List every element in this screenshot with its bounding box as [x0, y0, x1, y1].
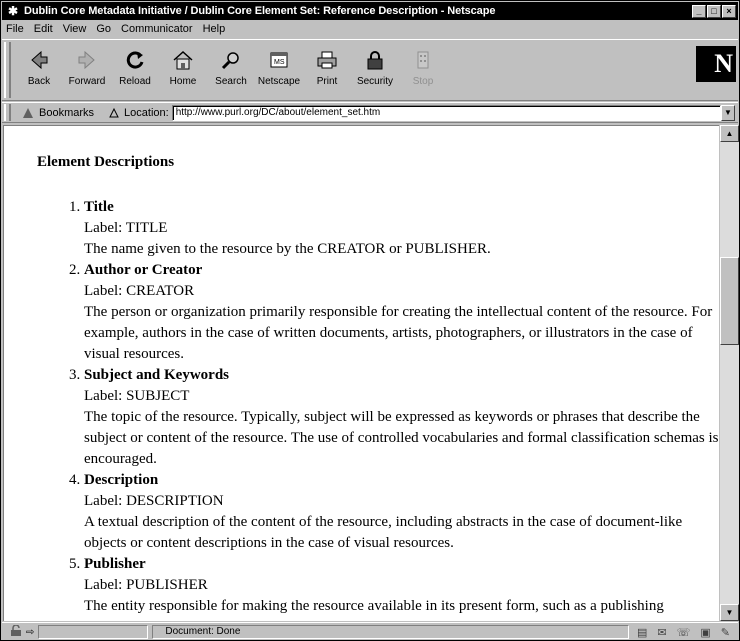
element-description: The topic of the resource. Typically, su…: [84, 409, 719, 467]
discussion-icon[interactable]: ☏: [677, 626, 691, 639]
element-description: A textual description of the content of …: [84, 514, 683, 551]
print-icon: [314, 48, 340, 72]
scroll-down-button[interactable]: ▼: [720, 604, 739, 621]
menu-edit[interactable]: Edit: [34, 23, 53, 35]
search-icon: [218, 48, 244, 72]
back-label: Back: [27, 76, 51, 87]
security-status-icon[interactable]: [6, 623, 26, 640]
element-label: Label: TITLE: [84, 220, 168, 236]
list-item: Subject and Keywords Label: SUBJECT The …: [84, 365, 719, 470]
element-description: The entity responsible for making the re…: [84, 598, 664, 614]
close-button[interactable]: ×: [722, 4, 736, 18]
title-bar[interactable]: ✱ Dublin Core Metadata Initiative / Dubl…: [2, 2, 738, 20]
netscape-label: Netscape: [257, 76, 301, 87]
list-item: Author or Creator Label: CREATOR The per…: [84, 260, 719, 365]
list-item: Description Label: DESCRIPTION A textual…: [84, 470, 719, 554]
progress-bar: [38, 625, 149, 639]
minimize-button[interactable]: _: [692, 4, 706, 18]
search-label: Search: [215, 76, 247, 87]
search-button[interactable]: Search: [207, 44, 255, 96]
status-text: Document: Done: [152, 625, 629, 639]
netscape-logo[interactable]: N: [696, 46, 736, 82]
element-description: The person or organization primarily res…: [84, 304, 713, 362]
location-toolbar: Bookmarks Location: http://www.purl.org/…: [2, 102, 738, 123]
maximize-button[interactable]: □: [707, 4, 721, 18]
list-item: Publisher Label: PUBLISHER The entity re…: [84, 554, 719, 617]
bookmarks-label: Bookmarks: [39, 106, 95, 119]
home-label: Home: [169, 76, 197, 87]
svg-text:MS: MS: [274, 59, 285, 66]
element-label: Label: PUBLISHER: [84, 577, 208, 593]
scroll-thumb[interactable]: [720, 257, 739, 345]
page-proxy-icon[interactable]: [108, 107, 120, 119]
bookmarks-button[interactable]: Bookmarks: [21, 106, 94, 120]
back-arrow-icon: [26, 48, 52, 72]
list-item: Title Label: TITLE The name given to the…: [84, 197, 719, 260]
mail-icon[interactable]: ✉: [657, 626, 666, 639]
menu-help[interactable]: Help: [203, 23, 226, 35]
location-label-group: Location:: [108, 107, 169, 119]
navigation-toolbar: Back Forward Reload Home Search MS Netsc…: [2, 39, 738, 101]
element-label: Label: CREATOR: [84, 283, 195, 299]
location-label: Location:: [124, 106, 169, 119]
element-term: Publisher: [84, 556, 146, 572]
security-label: Security: [356, 76, 394, 87]
element-list: Title Label: TITLE The name given to the…: [4, 197, 719, 617]
toolbar-grip[interactable]: [4, 42, 11, 98]
url-input[interactable]: http://www.purl.org/DC/about/element_set…: [171, 104, 721, 121]
scroll-up-button[interactable]: ▲: [720, 125, 739, 142]
bookmark-icon: [23, 107, 33, 118]
menu-file[interactable]: File: [6, 23, 24, 35]
element-description: The name given to the resource by the CR…: [84, 241, 491, 257]
menu-bar: File Edit View Go Communicator Help: [2, 20, 738, 38]
page-content: Element Descriptions Title Label: TITLE …: [3, 125, 719, 621]
home-button[interactable]: Home: [159, 44, 207, 96]
element-term: Title: [84, 199, 114, 215]
url-dropdown-button[interactable]: ▼: [721, 104, 735, 121]
status-bar: ⇨ Document: Done ▤ ✉ ☏ ▣ ✎: [2, 622, 738, 640]
stop-label: Stop: [412, 76, 434, 87]
reload-icon: [122, 48, 148, 72]
print-label: Print: [316, 76, 338, 87]
security-lock-icon: [362, 48, 388, 72]
vertical-scrollbar[interactable]: ▲ ▼: [720, 125, 739, 621]
element-term: Author or Creator: [84, 262, 203, 278]
menu-view[interactable]: View: [63, 23, 87, 35]
netscape-button[interactable]: MS Netscape: [255, 44, 303, 96]
element-label: Label: DESCRIPTION: [84, 493, 224, 509]
composer-icon[interactable]: ▣: [700, 626, 710, 639]
window-title: Dublin Core Metadata Initiative / Dublin…: [24, 5, 496, 17]
print-button[interactable]: Print: [303, 44, 351, 96]
netscape-icon: MS: [266, 48, 292, 72]
stop-icon: [410, 48, 436, 72]
security-button[interactable]: Security: [351, 44, 399, 96]
element-label: Label: SUBJECT: [84, 388, 190, 404]
menu-go[interactable]: Go: [96, 23, 111, 35]
element-term: Subject and Keywords: [84, 367, 230, 383]
element-term: Description: [84, 472, 159, 488]
reload-button[interactable]: Reload: [111, 44, 159, 96]
forward-label: Forward: [68, 76, 106, 87]
reload-label: Reload: [119, 76, 151, 87]
home-icon: [170, 48, 196, 72]
forward-arrow-icon: [74, 48, 100, 72]
connection-icon: ⇨: [26, 626, 35, 638]
location-grip[interactable]: [4, 104, 11, 121]
component-bar: ▤ ✉ ☏ ▣ ✎: [637, 626, 730, 639]
browser-window: ✱ Dublin Core Metadata Initiative / Dubl…: [0, 0, 740, 641]
navigator-icon[interactable]: ▤: [637, 626, 647, 639]
netscape-app-icon: ✱: [7, 4, 19, 18]
menu-communicator[interactable]: Communicator: [121, 23, 193, 35]
back-button[interactable]: Back: [15, 44, 63, 96]
page-heading: Element Descriptions: [37, 154, 175, 170]
stop-button[interactable]: Stop: [399, 44, 447, 96]
edit-icon[interactable]: ✎: [721, 626, 730, 639]
forward-button[interactable]: Forward: [63, 44, 111, 96]
